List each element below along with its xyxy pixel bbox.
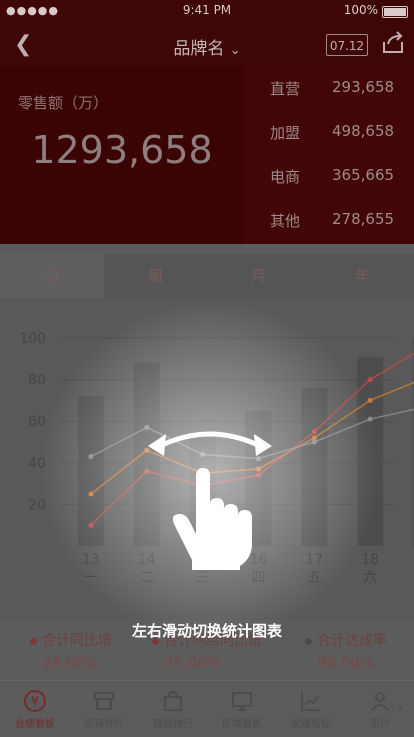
channel-breakdown: 直营 293,658 加盟 498,658 电商 365,665 其他 278,… (244, 66, 414, 244)
bottom-nav: ¥ 业绩看板 店铺排行 商品排行 区域看板 关键指标 用户 › (0, 680, 414, 737)
top-bar: ❮ 品牌名 ⌄ 07.12 (0, 22, 414, 66)
nav-label: 区域看板 (222, 719, 262, 730)
chevron-right-icon[interactable]: › (398, 697, 404, 716)
date-label: 07.12 (329, 39, 365, 53)
series-point (367, 397, 373, 403)
swipe-gesture-icon (148, 431, 272, 570)
nav-label: 业绩看板 (15, 719, 55, 730)
series-point (311, 429, 317, 435)
y-tick-label: 20 (28, 497, 46, 513)
channel-name: 直营 (270, 80, 301, 98)
chevron-down-icon: ⌄ (229, 43, 241, 58)
y-tick-label: 60 (28, 414, 46, 430)
channel-name: 其他 (270, 212, 301, 230)
channel-value: 498,658 (332, 122, 395, 140)
brand-title: 品牌名 (173, 39, 225, 59)
channel-value: 293,658 (332, 78, 395, 96)
board-icon (232, 692, 252, 711)
legend-value: 35.00% (164, 654, 222, 672)
bag-icon (164, 691, 182, 711)
nav-item-product-rank[interactable]: 商品排行 (138, 681, 208, 737)
user-icon (371, 692, 389, 711)
calendar-date-button[interactable]: 07.12 (326, 34, 368, 56)
y-tick-label: 100 (19, 331, 46, 347)
nav-item-performance[interactable]: ¥ 业绩看板 (0, 681, 70, 737)
tab-month[interactable]: 月 (207, 254, 310, 298)
svg-text:¥: ¥ (31, 695, 39, 710)
channel-row: 电商 365,665 (244, 154, 414, 198)
series-point (88, 454, 94, 460)
series-point (311, 439, 317, 445)
sales-value: 1293,658 (31, 128, 213, 172)
battery-percent: 100% (343, 3, 378, 17)
x-tick-label: 13 (82, 552, 100, 568)
tab-year[interactable]: 年 (310, 254, 414, 298)
legend-value: 98.00% (317, 654, 375, 672)
weekday-label: 六 (363, 570, 377, 586)
y-tick-label: 40 (28, 456, 46, 472)
trend-icon (301, 692, 320, 711)
channel-value: 365,665 (332, 166, 395, 184)
weekday-label: 五 (307, 570, 321, 586)
period-tabs: 日 周 月 年 (0, 254, 414, 298)
series-point (367, 377, 373, 383)
y-tick-label: 80 (28, 373, 46, 389)
nav-item-store-rank[interactable]: 店铺排行 (69, 681, 139, 737)
x-tick-label: 17 (305, 552, 323, 568)
bar (301, 387, 328, 546)
nav-label: 用户 (370, 719, 390, 730)
sales-summary: 零售额（万） 1293,658 (0, 66, 244, 244)
channel-name: 加盟 (270, 124, 301, 142)
channel-value: 278,655 (332, 210, 395, 228)
channel-name: 电商 (270, 168, 301, 186)
tab-day[interactable]: 日 (0, 254, 104, 298)
series-point (88, 491, 94, 497)
store-icon (94, 692, 114, 710)
nav-label: 店铺排行 (84, 719, 124, 730)
swipe-hint: 左右滑动切换统计图表 (131, 622, 282, 640)
series-point (367, 416, 373, 422)
channel-row: 其他 278,655 (244, 198, 414, 242)
yen-icon: ¥ (24, 690, 46, 712)
sales-label: 零售额（万） (18, 94, 109, 112)
share-icon[interactable] (380, 30, 406, 56)
status-bar: ●●●●● 9:41 PM 100% (0, 0, 414, 22)
nav-item-key-metrics[interactable]: 关键指标 (276, 681, 346, 737)
legend-value: 26.00% (42, 654, 100, 672)
x-tick-label: 18 (361, 552, 379, 568)
series-point (88, 522, 94, 528)
tab-week[interactable]: 周 (104, 254, 207, 298)
bar (357, 356, 384, 546)
channel-row: 直营 293,658 (244, 66, 414, 110)
nav-label: 商品排行 (153, 719, 193, 730)
nav-label: 关键指标 (291, 719, 331, 730)
battery-icon (382, 6, 408, 18)
channel-row: 加盟 498,658 (244, 110, 414, 154)
nav-item-region-board[interactable]: 区域看板 (207, 681, 277, 737)
weekday-label: 一 (84, 570, 98, 586)
